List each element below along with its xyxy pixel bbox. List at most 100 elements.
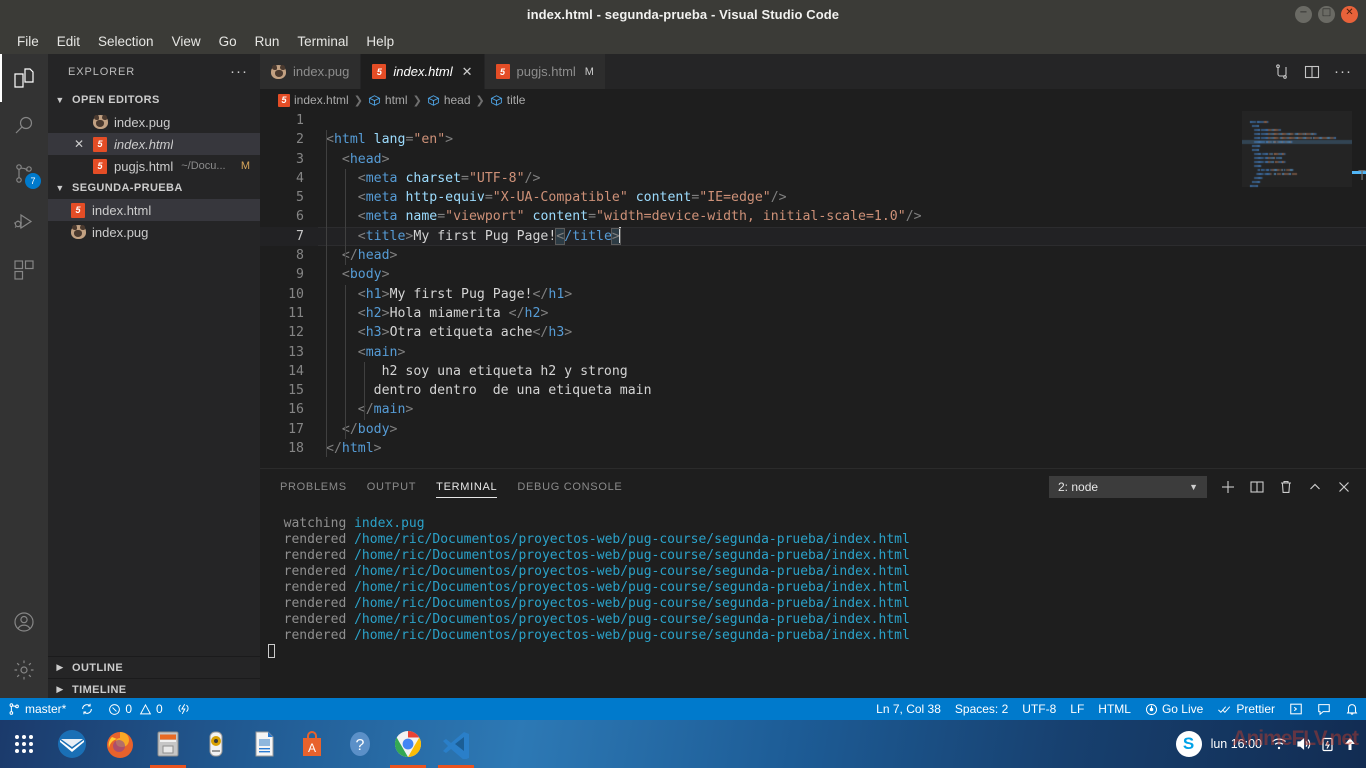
tab-pugjs-html[interactable]: pugjs.html M [484,54,606,89]
power-icon[interactable] [1344,737,1356,751]
activitybar-accounts[interactable] [0,598,48,646]
taskbar-google-chrome[interactable] [384,720,432,768]
status-remote[interactable] [1282,698,1310,720]
code-line[interactable]: 8 </head> [260,246,1366,265]
activitybar-source-control[interactable]: 7 [0,150,48,198]
split-terminal-icon[interactable] [1249,479,1265,495]
menu-file[interactable]: File [8,31,48,52]
status-live-share[interactable] [170,698,197,720]
code-line[interactable]: 2 <html lang="en"> [260,130,1366,149]
tab-debug-console[interactable]: DEBUG CONSOLE [517,469,622,504]
editor-scrollbar[interactable] [1352,111,1366,468]
menu-help[interactable]: Help [357,31,403,52]
maximize-button[interactable]: □ [1318,5,1335,23]
section-open-editors[interactable]: ▼ OPEN EDITORS [48,89,260,111]
activitybar-explorer[interactable] [0,54,48,102]
taskbar-visual-studio-code[interactable] [432,720,480,768]
taskbar-clock[interactable]: lun 16:00 [1211,737,1262,751]
status-encoding[interactable]: UTF-8 [1015,698,1063,720]
code-line[interactable]: 6 <meta name="viewport" content="width=d… [260,207,1366,226]
code-line[interactable]: 18 </html> [260,439,1366,458]
minimap[interactable] [1242,111,1352,468]
status-notifications[interactable] [1338,698,1366,720]
more-actions-icon[interactable]: ··· [1334,64,1352,79]
tab-index-html[interactable]: index.html ✕ [361,54,485,89]
breadcrumb-item-file[interactable]: index.html [278,93,349,107]
status-feedback[interactable] [1310,698,1338,720]
close-icon[interactable]: ✕ [74,137,84,151]
code-line[interactable]: 9 <body> [260,265,1366,284]
activitybar-run-debug[interactable] [0,198,48,246]
minimize-button[interactable]: − [1295,5,1312,23]
tab-problems[interactable]: PROBLEMS [280,469,347,504]
code-line[interactable]: 7 <title>My first Pug Page!</title> [260,226,1366,247]
status-go-live[interactable]: Go Live [1138,698,1210,720]
tab-index-pug[interactable]: index.pug [260,54,362,89]
terminal-prompt[interactable] [268,644,1366,660]
taskbar-show-applications[interactable] [0,720,48,768]
code-line[interactable]: 13 <main> [260,343,1366,362]
code-line[interactable]: 12 <h3>Otra etiqueta ache</h3> [260,323,1366,342]
code-line[interactable]: 4 <meta charset="UTF-8"/> [260,169,1366,188]
menu-terminal[interactable]: Terminal [288,31,357,52]
status-prettier[interactable]: Prettier [1210,698,1282,720]
file-item-index-html[interactable]: index.html [48,199,260,221]
close-button[interactable]: ✕ [1341,5,1358,23]
code-line[interactable]: 11 <h2>Hola miamerita </h2> [260,304,1366,323]
status-branch[interactable]: master* [0,698,73,720]
split-editor-icon[interactable] [1274,63,1290,80]
status-position[interactable]: Ln 7, Col 38 [869,698,948,720]
skype-icon[interactable]: S [1175,731,1202,757]
code-line[interactable]: 17 </body> [260,420,1366,439]
taskbar-rhythmbox[interactable] [192,720,240,768]
volume-icon[interactable] [1296,737,1312,751]
activitybar-extensions[interactable] [0,246,48,294]
menu-edit[interactable]: Edit [48,31,89,52]
code-line[interactable]: 15 dentro dentro de una etiqueta main [260,381,1366,400]
explorer-more-actions-icon[interactable]: ··· [230,64,248,79]
section-outline[interactable]: ▶ OUTLINE [48,656,260,678]
new-terminal-icon[interactable] [1220,479,1236,495]
code-line[interactable]: 16 </main> [260,400,1366,419]
code-lines[interactable]: 1 2 <html lang="en"> 3 <head> 4 <meta charse… [260,111,1366,468]
terminal-select[interactable]: 2: node ▼ [1049,475,1207,498]
taskbar-firefox[interactable] [96,720,144,768]
status-indentation[interactable]: Spaces: 2 [948,698,1015,720]
open-editor-item-pugjs-html[interactable]: pugjs.html ~/Docu... M [48,155,260,177]
taskbar-thunderbird[interactable] [48,720,96,768]
tab-terminal[interactable]: TERMINAL [436,469,498,504]
minimap-slider[interactable] [1242,111,1352,187]
open-editor-item-index-html[interactable]: ✕ index.html [48,133,260,155]
close-icon[interactable]: ✕ [462,64,473,80]
activitybar-settings[interactable] [0,646,48,694]
status-sync[interactable] [73,698,101,720]
taskbar-files[interactable] [144,720,192,768]
maximize-panel-icon[interactable] [1307,479,1323,495]
menu-selection[interactable]: Selection [89,31,163,52]
code-line[interactable]: 14 h2 soy una etiqueta h2 y strong [260,362,1366,381]
breadcrumb-item-html[interactable]: html [368,93,408,107]
battery-icon[interactable] [1321,737,1335,752]
code-editor[interactable]: 1 2 <html lang="en"> 3 <head> 4 <meta charse… [260,111,1366,468]
tab-output[interactable]: OUTPUT [367,469,416,504]
breadcrumb-item-title[interactable]: title [490,93,525,107]
taskbar-ubuntu-software[interactable]: A [288,720,336,768]
code-line[interactable]: 5 <meta http-equiv="X-UA-Compatible" con… [260,188,1366,207]
kill-terminal-icon[interactable] [1278,479,1294,495]
open-changes-icon[interactable] [1304,64,1320,80]
status-language[interactable]: HTML [1091,698,1138,720]
wifi-icon[interactable] [1271,737,1287,751]
terminal-output[interactable]: watching index.pug rendered /home/ric/Do… [260,504,1366,700]
section-timeline[interactable]: ▶ TIMELINE [48,678,260,700]
file-item-index-pug[interactable]: index.pug [48,221,260,243]
status-problems[interactable]: 0 0 [101,698,169,720]
code-line[interactable]: 3 <head> [260,150,1366,169]
section-folder-segunda-prueba[interactable]: ▼ SEGUNDA-PRUEBA [48,177,260,199]
taskbar-libreoffice-writer[interactable] [240,720,288,768]
menu-go[interactable]: Go [210,31,246,52]
code-line[interactable]: 10 <h1>My first Pug Page!</h1> [260,285,1366,304]
close-panel-icon[interactable] [1336,479,1352,495]
activitybar-search[interactable] [0,102,48,150]
code-line[interactable]: 1 [260,111,1366,130]
menu-view[interactable]: View [163,31,210,52]
